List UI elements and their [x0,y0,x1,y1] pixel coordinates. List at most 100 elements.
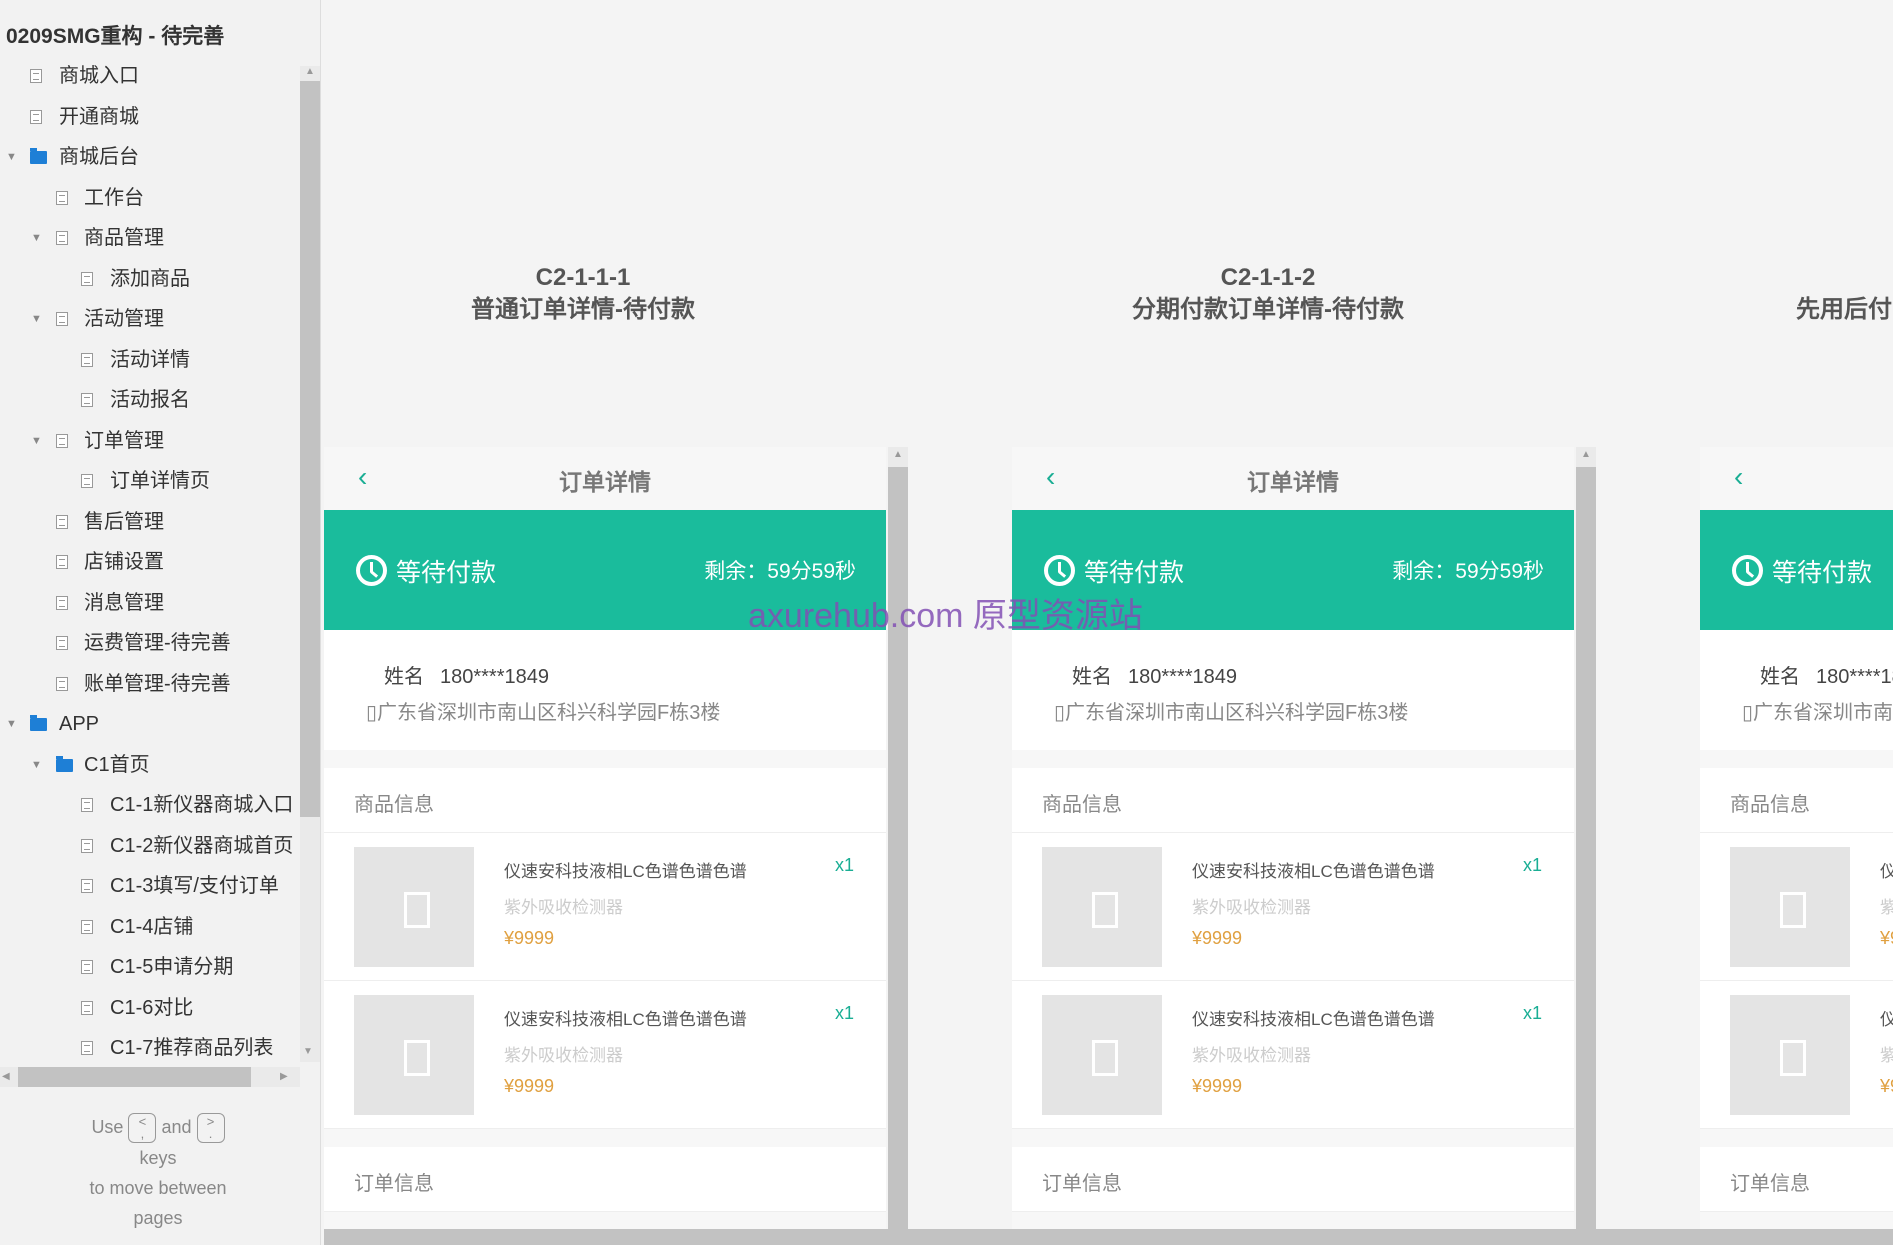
prev-key-icon: < , [128,1113,157,1144]
recipient: 姓名 180****1849 [1072,660,1237,689]
order-section-header: 订单信息 [1700,1147,1893,1212]
phone-frame: ‹ 订单详情 等待付款 剩余：59分59秒 姓名 180****1849 ▯广东省… [1700,447,1893,1229]
tree-item[interactable]: C1-1新仪器商城入口 [0,785,298,825]
tree-item[interactable]: ▼ APP [0,704,298,744]
tree-item-label: 工作台 [84,186,144,209]
scroll-down-icon[interactable]: ▼ [303,1046,313,1057]
clock-icon [356,555,387,586]
phone: 180****1849 [1128,666,1237,688]
product-item[interactable]: 仪速安科技液相LC色谱色谱色谱 紫外吸收检测器 ¥9999 x1 [324,833,886,981]
product-item[interactable]: 仪速安科技液相LC色谱色谱色谱 紫外吸收检测器 ¥9999 x1 [1700,981,1893,1129]
expand-arrow-icon[interactable]: ▼ [31,218,42,258]
tree-item-label: C1-3填写/支付订单 [110,875,279,897]
frame-scrollbar[interactable]: ▲ [888,447,908,1229]
expand-arrow-icon[interactable]: ▼ [31,745,42,785]
sidebar-vertical-scrollbar[interactable]: ▲ [300,66,320,1062]
expand-arrow-icon[interactable]: ▼ [31,299,42,339]
tree-item[interactable]: 店铺设置 [0,542,298,582]
scroll-right-icon[interactable]: ▶ [280,1071,288,1082]
page-icon [81,393,93,407]
tree-item-label: 开通商城 [59,105,139,128]
name-label: 姓名 [384,666,424,688]
product-item[interactable]: 仪速安科技液相LC色谱色谱色谱 紫外吸收检测器 ¥9999 x1 [1700,833,1893,981]
tree-item-label: APP [59,713,100,735]
tree-item[interactable]: C1-4店铺 [0,907,298,947]
order-status: 等待付款 [1772,559,1873,587]
page-icon [81,838,93,853]
product-image-icon [1730,995,1850,1115]
canvas-horizontal-scrollbar[interactable] [324,1229,1893,1245]
product-name: 仪速安科技液相LC色谱色谱色谱 [1880,862,1893,881]
tree-item[interactable]: 活动详情 [0,340,298,380]
tree-item[interactable]: 账单管理-待完善 [0,664,298,704]
tree-item[interactable]: ▼ C1首页 [0,745,298,785]
scrollbar-thumb[interactable] [300,81,320,817]
page-icon [81,352,93,367]
nav-bar: ‹ 订单详情 [324,447,886,510]
expand-arrow-icon[interactable]: ▼ [6,704,17,744]
scrollbar-thumb[interactable] [18,1067,251,1087]
tree-item[interactable]: 售后管理 [0,502,298,542]
tree-item[interactable]: 开通商城 [0,97,298,137]
page-code: C2-1-1-2 [1220,264,1316,291]
frame-scrollbar[interactable]: ▲ [1576,447,1596,1229]
tree-item[interactable]: ▼ 活动管理 [0,299,298,339]
tree-item[interactable]: C1-5申请分期 [0,947,298,987]
tree-item[interactable]: 商城入口 [0,56,298,96]
tree-item[interactable]: C1-2新仪器商城首页 [0,826,298,866]
expand-arrow-icon[interactable]: ▼ [31,421,42,461]
address-card[interactable]: 姓名 180****1849 ▯广东省深圳市南山区科兴科学园F栋3楼 [1700,630,1893,750]
tree-item[interactable]: C1-7推荐商品列表 [0,1028,298,1061]
product-qty: x1 [834,855,854,875]
scroll-up-icon[interactable]: ▲ [1581,449,1591,460]
scrollbar-thumb[interactable] [888,467,908,1229]
tree-item[interactable]: ▼ 商品管理 [0,218,298,258]
page-code: C2-1-1-1 [535,264,631,291]
product-name: 仪速安科技液相LC色谱色谱色谱 [1880,1010,1893,1029]
page-icon [81,879,93,893]
scroll-up-icon[interactable]: ▲ [305,66,315,77]
tree-item[interactable]: 订单详情页 [0,461,298,501]
address-card[interactable]: 姓名 180****1849 ▯广东省深圳市南山区科兴科学园F栋3楼 [1012,630,1574,750]
scrollbar-thumb[interactable] [1576,467,1596,1229]
tree-item-label: 订单详情页 [110,470,210,492]
tree-item[interactable]: C1-3填写/支付订单 [0,866,298,906]
product-qty: x1 [834,1003,854,1023]
page-icon [81,798,93,812]
product-price: ¥9999 [1192,1076,1243,1096]
tree-item-label: 运费管理-待完善 [84,632,231,654]
tree-item[interactable]: 添加商品 [0,259,298,299]
sidebar-horizontal-scrollbar[interactable]: ◀ ▶ [0,1067,300,1087]
product-spec: 紫外吸收检测器 [504,898,623,917]
product-spec: 紫外吸收检测器 [1192,898,1311,917]
product-image-icon [1042,995,1162,1115]
tree-item[interactable]: ▼ 订单管理 [0,421,298,461]
page-title: 普通订单详情-待付款 [471,296,695,323]
phone-frame: ‹ 订单详情 等待付款 剩余：59分59秒 姓名 180****1849 ▯广东省… [324,447,886,1229]
product-name: 仪速安科技液相LC色谱色谱色谱 [1192,862,1435,881]
product-item[interactable]: 仪速安科技液相LC色谱色谱色谱 紫外吸收检测器 ¥9999 x1 [324,981,886,1129]
section-title: 订单信息 [354,1173,434,1195]
expand-arrow-icon[interactable]: ▼ [6,137,17,177]
tree-item-label: 活动管理 [84,308,164,330]
clock-icon [1044,555,1075,586]
tree-item[interactable]: C1-6对比 [0,988,298,1028]
location-icon: ▯ [1742,702,1754,724]
address-card[interactable]: 姓名 180****1849 ▯广东省深圳市南山区科兴科学园F栋3楼 [324,630,886,750]
tree-item[interactable]: 消息管理 [0,583,298,623]
tree-item[interactable]: 活动报名 [0,380,298,420]
scroll-up-icon[interactable]: ▲ [893,449,903,460]
tree-item[interactable]: 运费管理-待完善 [0,623,298,663]
product-item[interactable]: 仪速安科技液相LC色谱色谱色谱 紫外吸收检测器 ¥9999 x1 [1012,981,1574,1129]
product-name: 仪速安科技液相LC色谱色谱色谱 [504,1010,747,1029]
location-icon: ▯ [1054,702,1066,724]
section-title: 商品信息 [1730,794,1810,816]
back-chevron-icon[interactable]: ‹ [1734,461,1743,493]
scroll-left-icon[interactable]: ◀ [2,1071,10,1082]
help-use: Use [91,1117,124,1137]
status-banner: 等待付款 剩余：59分59秒 [1700,510,1893,630]
product-item[interactable]: 仪速安科技液相LC色谱色谱色谱 紫外吸收检测器 ¥9999 x1 [1012,833,1574,981]
product-image-icon [1042,847,1162,967]
tree-item[interactable]: 工作台 [0,178,298,218]
tree-item[interactable]: ▼ 商城后台 [0,137,298,177]
